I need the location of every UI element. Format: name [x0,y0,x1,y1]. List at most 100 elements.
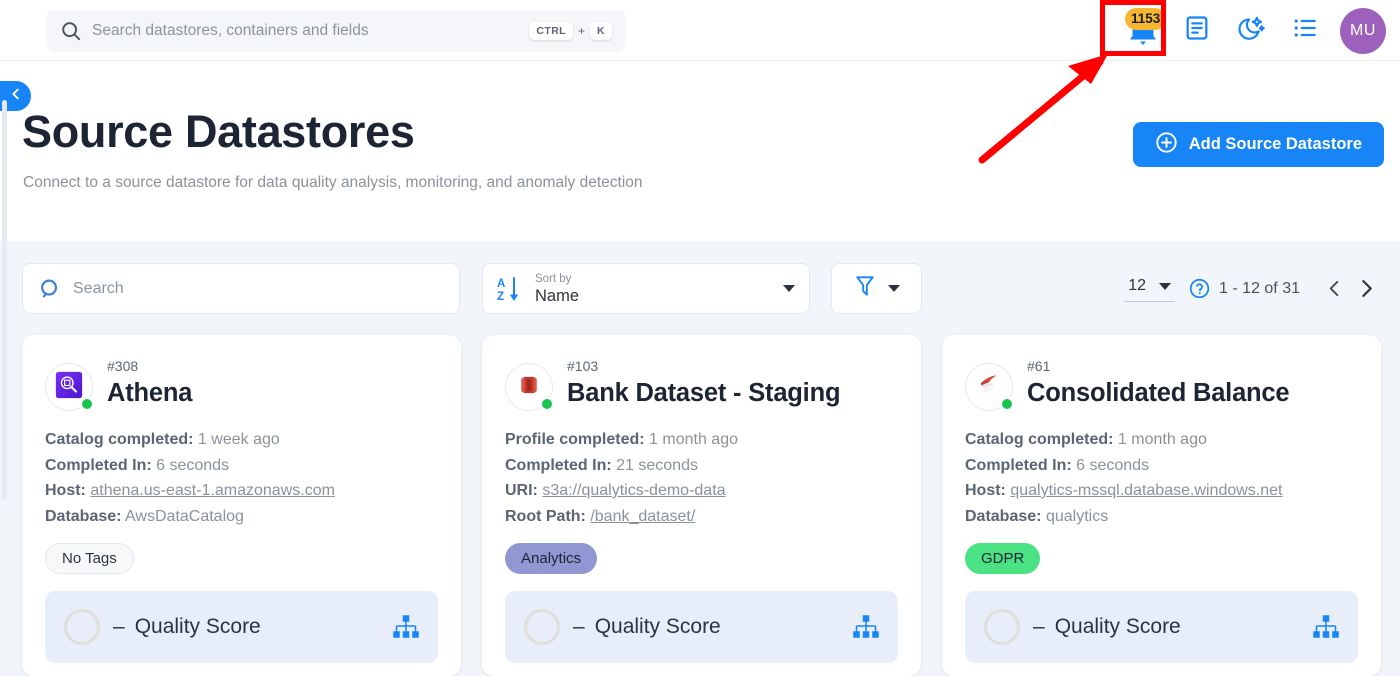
meta-key: Catalog completed: [45,431,194,448]
svg-text:A: A [497,278,505,290]
datastore-card[interactable]: #308 Athena Catalog completed: 1 week ag… [22,335,461,676]
datastore-id: #308 [107,358,139,374]
app-root: CTRL + K 1153 [0,0,1400,676]
meta-value: qualytics [1045,507,1109,525]
add-source-datastore-button[interactable]: Add Source Datastore [1132,122,1384,167]
meta-key: Catalog completed: [965,431,1114,448]
meta-row: Catalog completed: 1 month ago [965,427,1358,453]
kbd-k: K [590,22,612,40]
datastore-avatar [505,363,554,411]
card-header: #103 Bank Dataset - Staging [505,357,898,411]
kbd-ctrl: CTRL [529,22,573,40]
tag-chip[interactable]: GDPR [965,543,1041,574]
card-meta-list: Profile completed: 1 month ago Completed… [505,427,898,529]
documents-button[interactable] [1170,3,1224,59]
datastore-card[interactable]: #61 Consolidated Balance Catalog complet… [942,335,1381,676]
global-search-input[interactable] [92,22,530,40]
quality-score-bar[interactable]: – Quality Score [45,591,438,663]
activity-list-button[interactable] [1278,3,1332,59]
meta-value-link[interactable]: athena.us-east-1.amazonaws.com [90,482,335,499]
tag-chip[interactable]: No Tags [45,543,134,574]
status-dot-online [80,397,94,411]
sort-alpha-icon: A Z [497,275,523,303]
filter-button[interactable] [831,263,922,314]
datastore-card[interactable]: #103 Bank Dataset - Staging Profile comp… [482,335,921,676]
datastore-id: #103 [567,358,599,374]
meta-value: 1 month ago [1117,431,1207,448]
datastore-name: Bank Dataset - Staging [567,379,841,407]
quality-score-ring [524,609,560,645]
quality-score-label: Quality Score [1054,615,1181,638]
mssql-icon [976,372,1002,403]
page-size-value: 12 [1128,277,1147,294]
datastore-search-input[interactable] [73,279,443,298]
meta-value: 1 week ago [197,431,280,448]
quality-score-value: – [573,615,585,638]
top-bar-actions: 1153 MU [1116,0,1386,61]
page-header: Source Datastores Connect to a source da… [0,61,1400,241]
meta-value-link[interactable]: s3a://qualytics-demo-data [542,482,725,499]
plus-circle-icon [1155,131,1178,159]
top-bar: CTRL + K 1153 [0,0,1400,61]
quality-score-bar[interactable]: – Quality Score [965,591,1358,663]
dark-mode-toggle[interactable] [1224,3,1278,59]
notification-bell-icon[interactable]: 1153 [1123,7,1167,51]
kbd-plus: + [578,24,586,38]
meta-key: URI: [505,482,538,499]
meta-row: URI: s3a://qualytics-demo-data [505,478,898,504]
avatar[interactable]: MU [1340,7,1386,54]
meta-key: Database: [965,507,1042,525]
meta-value-link[interactable]: qualytics-mssql.database.windows.net [1010,482,1282,499]
meta-key: Profile completed: [505,431,645,448]
datastore-card-grid: #308 Athena Catalog completed: 1 week ag… [22,335,1381,676]
page-subtitle: Connect to a source datastore for data q… [23,174,643,191]
content-area: A Z Sort by Name [0,241,1400,676]
meta-key: Host: [965,482,1006,499]
card-title-block: #308 Athena [107,357,192,409]
meta-value-link[interactable]: /bank_dataset/ [590,508,695,525]
meta-key: Database: [45,507,122,525]
hierarchy-icon[interactable] [853,615,879,639]
notifications-button[interactable]: 1153 [1116,3,1170,59]
meta-value: 1 month ago [649,431,738,448]
sort-by-value: Name [535,286,580,305]
next-page-button[interactable] [1350,273,1382,305]
meta-key: Host: [45,482,86,499]
meta-key: Completed In: [505,456,612,474]
list-toolbar: A Z Sort by Name [0,263,1400,319]
help-circle-icon[interactable] [1189,278,1210,299]
meta-row: Completed In: 21 seconds [505,453,898,479]
card-header: #308 Athena [45,357,438,411]
page-scrollbar[interactable] [2,100,7,500]
quality-score-bar[interactable]: – Quality Score [505,591,898,663]
card-title-block: #61 Consolidated Balance [1027,357,1290,409]
status-dot-online [1000,397,1014,411]
meta-value: 6 seconds [1076,456,1150,474]
tag-chip[interactable]: Analytics [505,543,598,574]
quality-score-value: – [1033,615,1045,638]
quality-score-label: Quality Score [594,615,721,638]
quality-score-label: Quality Score [134,615,261,638]
svg-text:Z: Z [497,291,504,303]
datastore-search-box[interactable] [22,263,460,314]
chevron-left-icon [9,87,23,106]
sort-by-select[interactable]: A Z Sort by Name [482,263,810,314]
document-icon [1183,14,1211,47]
meta-row: Catalog completed: 1 week ago [45,427,438,453]
search-icon [39,277,62,300]
prev-page-button[interactable] [1318,273,1350,305]
pagination: 12 1 - 12 of 31 [1124,263,1382,314]
card-tags: No Tags [45,543,438,574]
page-size-select[interactable]: 12 [1124,275,1176,302]
meta-row: Database: AwsDataCatalog [45,504,438,530]
search-icon [60,20,82,42]
card-tags: GDPR [965,543,1358,574]
global-search-box[interactable]: CTRL + K [46,10,626,52]
quality-score-value: – [113,615,125,638]
hierarchy-icon[interactable] [1313,615,1339,639]
chevron-down-icon [887,285,900,292]
meta-key: Completed In: [965,456,1072,474]
aws-s3-icon [516,372,542,403]
hierarchy-icon[interactable] [393,615,419,639]
card-meta-list: Catalog completed: 1 month ago Completed… [965,427,1358,529]
